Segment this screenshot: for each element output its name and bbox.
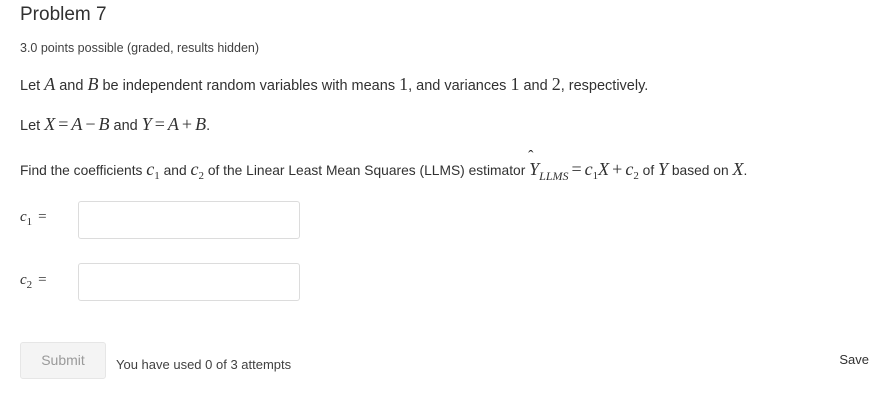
math-y-hat: ˆY [528,149,539,180]
math-var-x: X [732,159,744,179]
math-var-c2: c2 [190,159,204,182]
text: Find the coefficients [20,163,147,178]
math-var-b: B [195,114,207,134]
math-var-a: A [71,114,83,134]
math-equals: = [571,159,582,179]
text: . [743,163,748,178]
statement-line-3: Find the coefficients c1 and c2 of the L… [20,149,748,186]
math-var-x: X [44,114,56,134]
hat-accent: ˆ [528,148,534,165]
attempts-info: You have used 0 of 3 attempts [116,357,292,372]
math-subscript-llms: LLMS [539,169,569,183]
math-variance-2: 2 [551,74,561,94]
c1-label: c1 = [20,209,47,228]
text: be independent random variables with mea… [98,78,400,94]
math-plus: + [181,114,193,134]
text: and [109,118,142,134]
math-var-x: X [598,159,610,179]
text: of [638,163,659,178]
text: and [55,78,88,94]
text: based on [668,163,733,178]
math-var-a: A [167,114,179,134]
math-var-y: Y [141,114,152,134]
math-var-b: B [98,114,110,134]
math-var-a: A [44,74,56,94]
text: Let [20,118,45,134]
text: . [206,118,211,134]
text: , respectively. [560,78,649,94]
text: of the Linear Least Mean Squares (LLMS) … [203,163,530,178]
math-var-c1: c1 [146,159,160,182]
math-c: c [584,159,593,179]
text: Let [20,78,45,94]
math-equals: = [58,114,69,134]
math-equals: = [154,114,165,134]
math-var-c1: c1 [584,159,599,182]
math-equals: = [38,209,47,225]
math-var-y: Y [658,159,669,179]
math-minus: − [85,114,96,134]
save-button[interactable]: Save [839,352,869,367]
math-equals: = [38,272,47,288]
math-c: c [20,272,27,288]
math-c: c [20,209,27,225]
c2-input[interactable] [78,263,300,301]
text: and [519,78,552,94]
points-info: 3.0 points possible (graded, results hid… [20,41,260,55]
text: , and variances [408,78,511,94]
text: and [159,163,191,178]
math-mean: 1 [399,74,409,94]
statement-line-2: Let X = A − B and Y = A + B. [20,114,210,136]
math-var-b: B [87,74,99,94]
submit-button[interactable]: Submit [20,342,106,379]
problem-title: Problem 7 [20,4,107,25]
math-plus: + [612,159,623,179]
c2-label: c2 = [20,272,47,291]
statement-line-1: Let A and B be independent random variab… [20,74,648,96]
c1-input[interactable] [78,201,300,239]
math-var-c2: c2 [625,159,639,182]
